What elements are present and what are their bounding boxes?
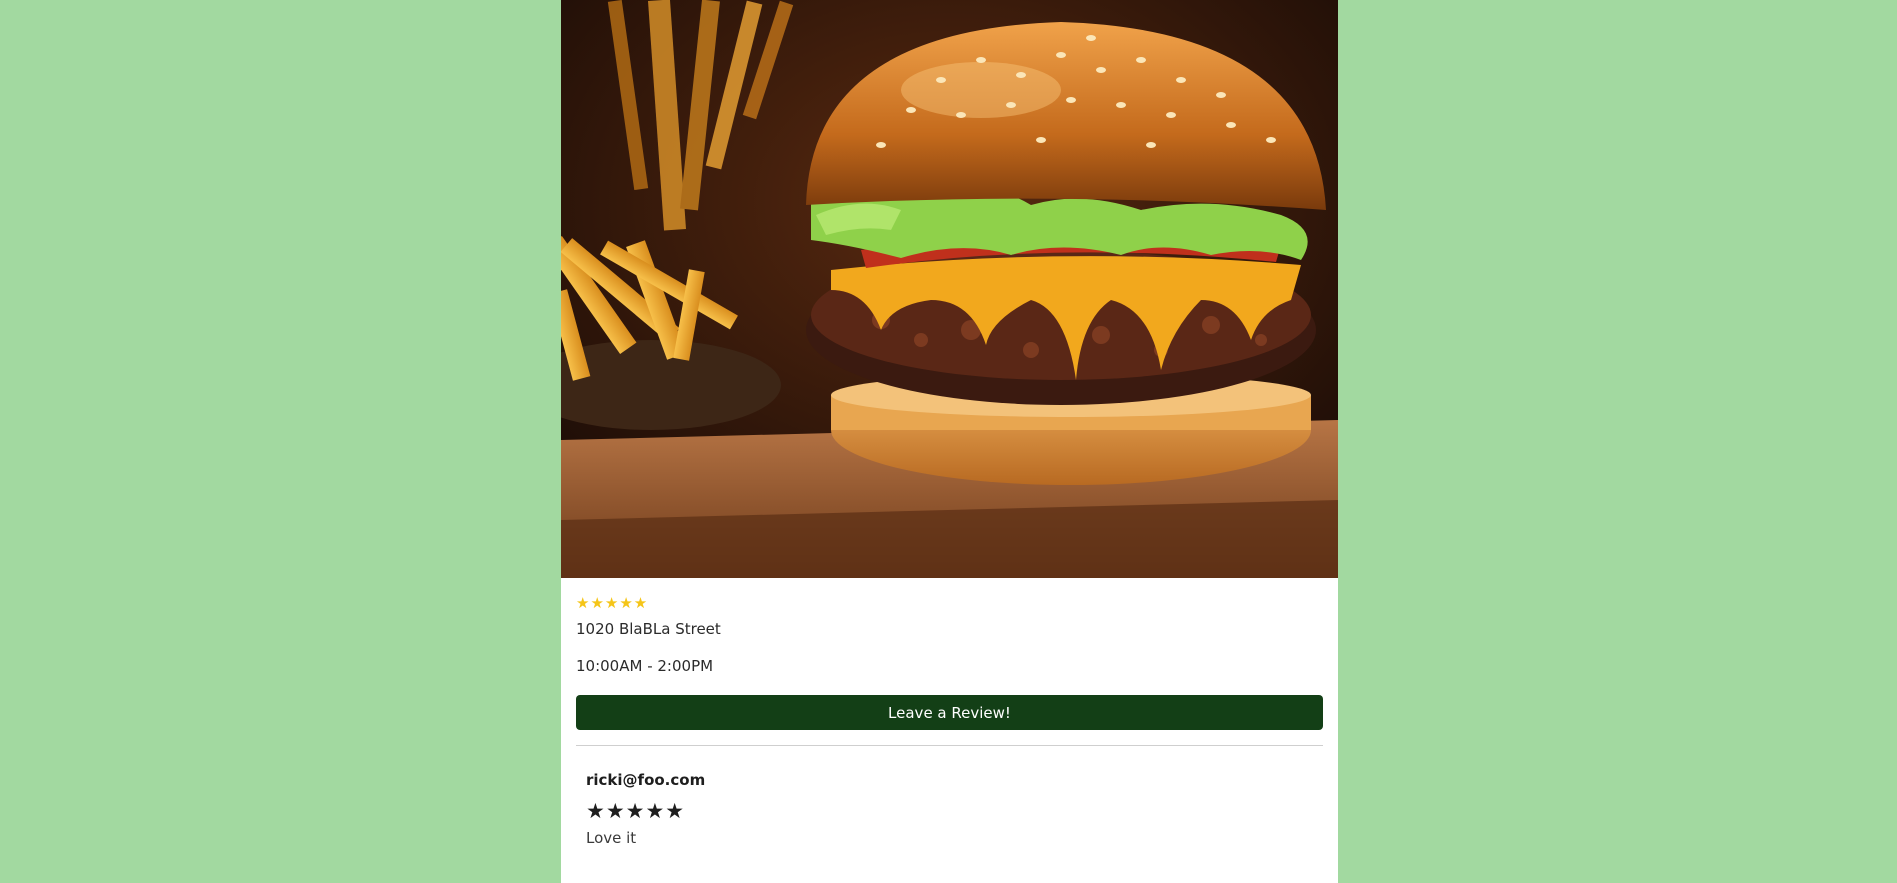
restaurant-hours: 10:00AM - 2:00PM [576,657,714,675]
leave-review-button[interactable]: Leave a Review! [576,695,1323,730]
review-stars: ★★★★★ [586,799,686,823]
rating-stars: ★★★★★ [576,594,649,612]
review-item: ricki@foo.com ★★★★★ Love it [586,770,1306,848]
review-text: Love it [586,829,637,847]
burger-illustration [561,0,1338,578]
restaurant-info: ★★★★★ 1020 BlaBLa Street 10:00AM - 2:00P… [576,594,1323,676]
restaurant-photo [561,0,1338,578]
restaurant-address: 1020 BlaBLa Street [576,620,721,638]
divider [576,745,1323,746]
restaurant-card: ★★★★★ 1020 BlaBLa Street 10:00AM - 2:00P… [561,0,1338,883]
review-author: ricki@foo.com [586,771,706,789]
